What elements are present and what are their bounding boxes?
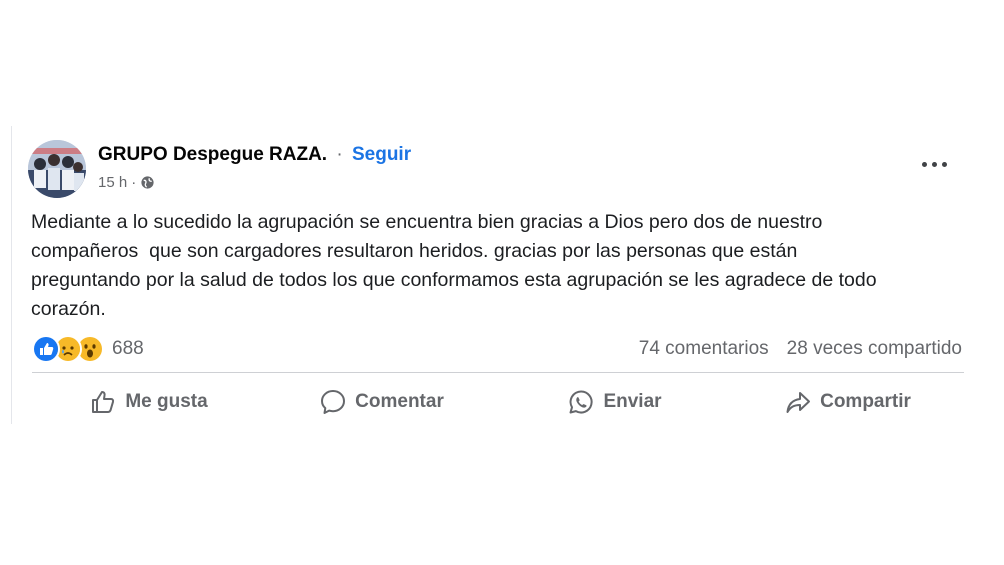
more-options-icon[interactable]: [922, 154, 950, 174]
post-meta: 15 h ·: [98, 174, 155, 191]
share-button-label: Compartir: [820, 391, 911, 412]
author-name[interactable]: GRUPO Despegue RAZA.: [98, 144, 327, 165]
actions-divider: [32, 372, 964, 373]
group-avatar[interactable]: [28, 140, 86, 198]
post-actions-bar: Me gusta Comentar Enviar Compartir: [32, 380, 964, 424]
send-button-label: Enviar: [603, 391, 662, 412]
comments-count-link[interactable]: 74 comentarios: [639, 338, 769, 360]
like-button-label: Me gusta: [125, 391, 208, 412]
post-time[interactable]: 15 h: [98, 174, 127, 191]
reaction-count: 688: [112, 338, 144, 359]
thumbs-up-icon: [92, 391, 115, 413]
shares-count-link[interactable]: 28 veces compartido: [787, 338, 962, 360]
send-button[interactable]: Enviar: [498, 380, 731, 424]
share-icon: [786, 392, 811, 413]
avatar-photo-icon: [28, 140, 86, 198]
facebook-post: GRUPO Despegue RAZA. · Seguir 15 h · Med…: [11, 126, 982, 424]
header-separator: ·: [336, 144, 343, 165]
post-text: Mediante a lo sucedido la agrupación se …: [31, 211, 877, 320]
engagement-counts: 74 comentarios 28 veces compartido: [639, 338, 962, 360]
like-reaction-icon: [32, 335, 60, 363]
comment-button[interactable]: Comentar: [265, 380, 498, 424]
post-header: GRUPO Despegue RAZA. · Seguir: [98, 144, 411, 166]
meta-separator: ·: [131, 174, 137, 191]
like-button[interactable]: Me gusta: [32, 380, 265, 424]
reactions-summary[interactable]: 688: [32, 335, 144, 363]
share-button[interactable]: Compartir: [731, 380, 964, 424]
globe-icon: [141, 176, 154, 189]
comment-button-label: Comentar: [355, 391, 444, 412]
whatsapp-icon: [569, 390, 594, 414]
comment-icon: [321, 390, 346, 414]
follow-button[interactable]: Seguir: [352, 144, 411, 165]
